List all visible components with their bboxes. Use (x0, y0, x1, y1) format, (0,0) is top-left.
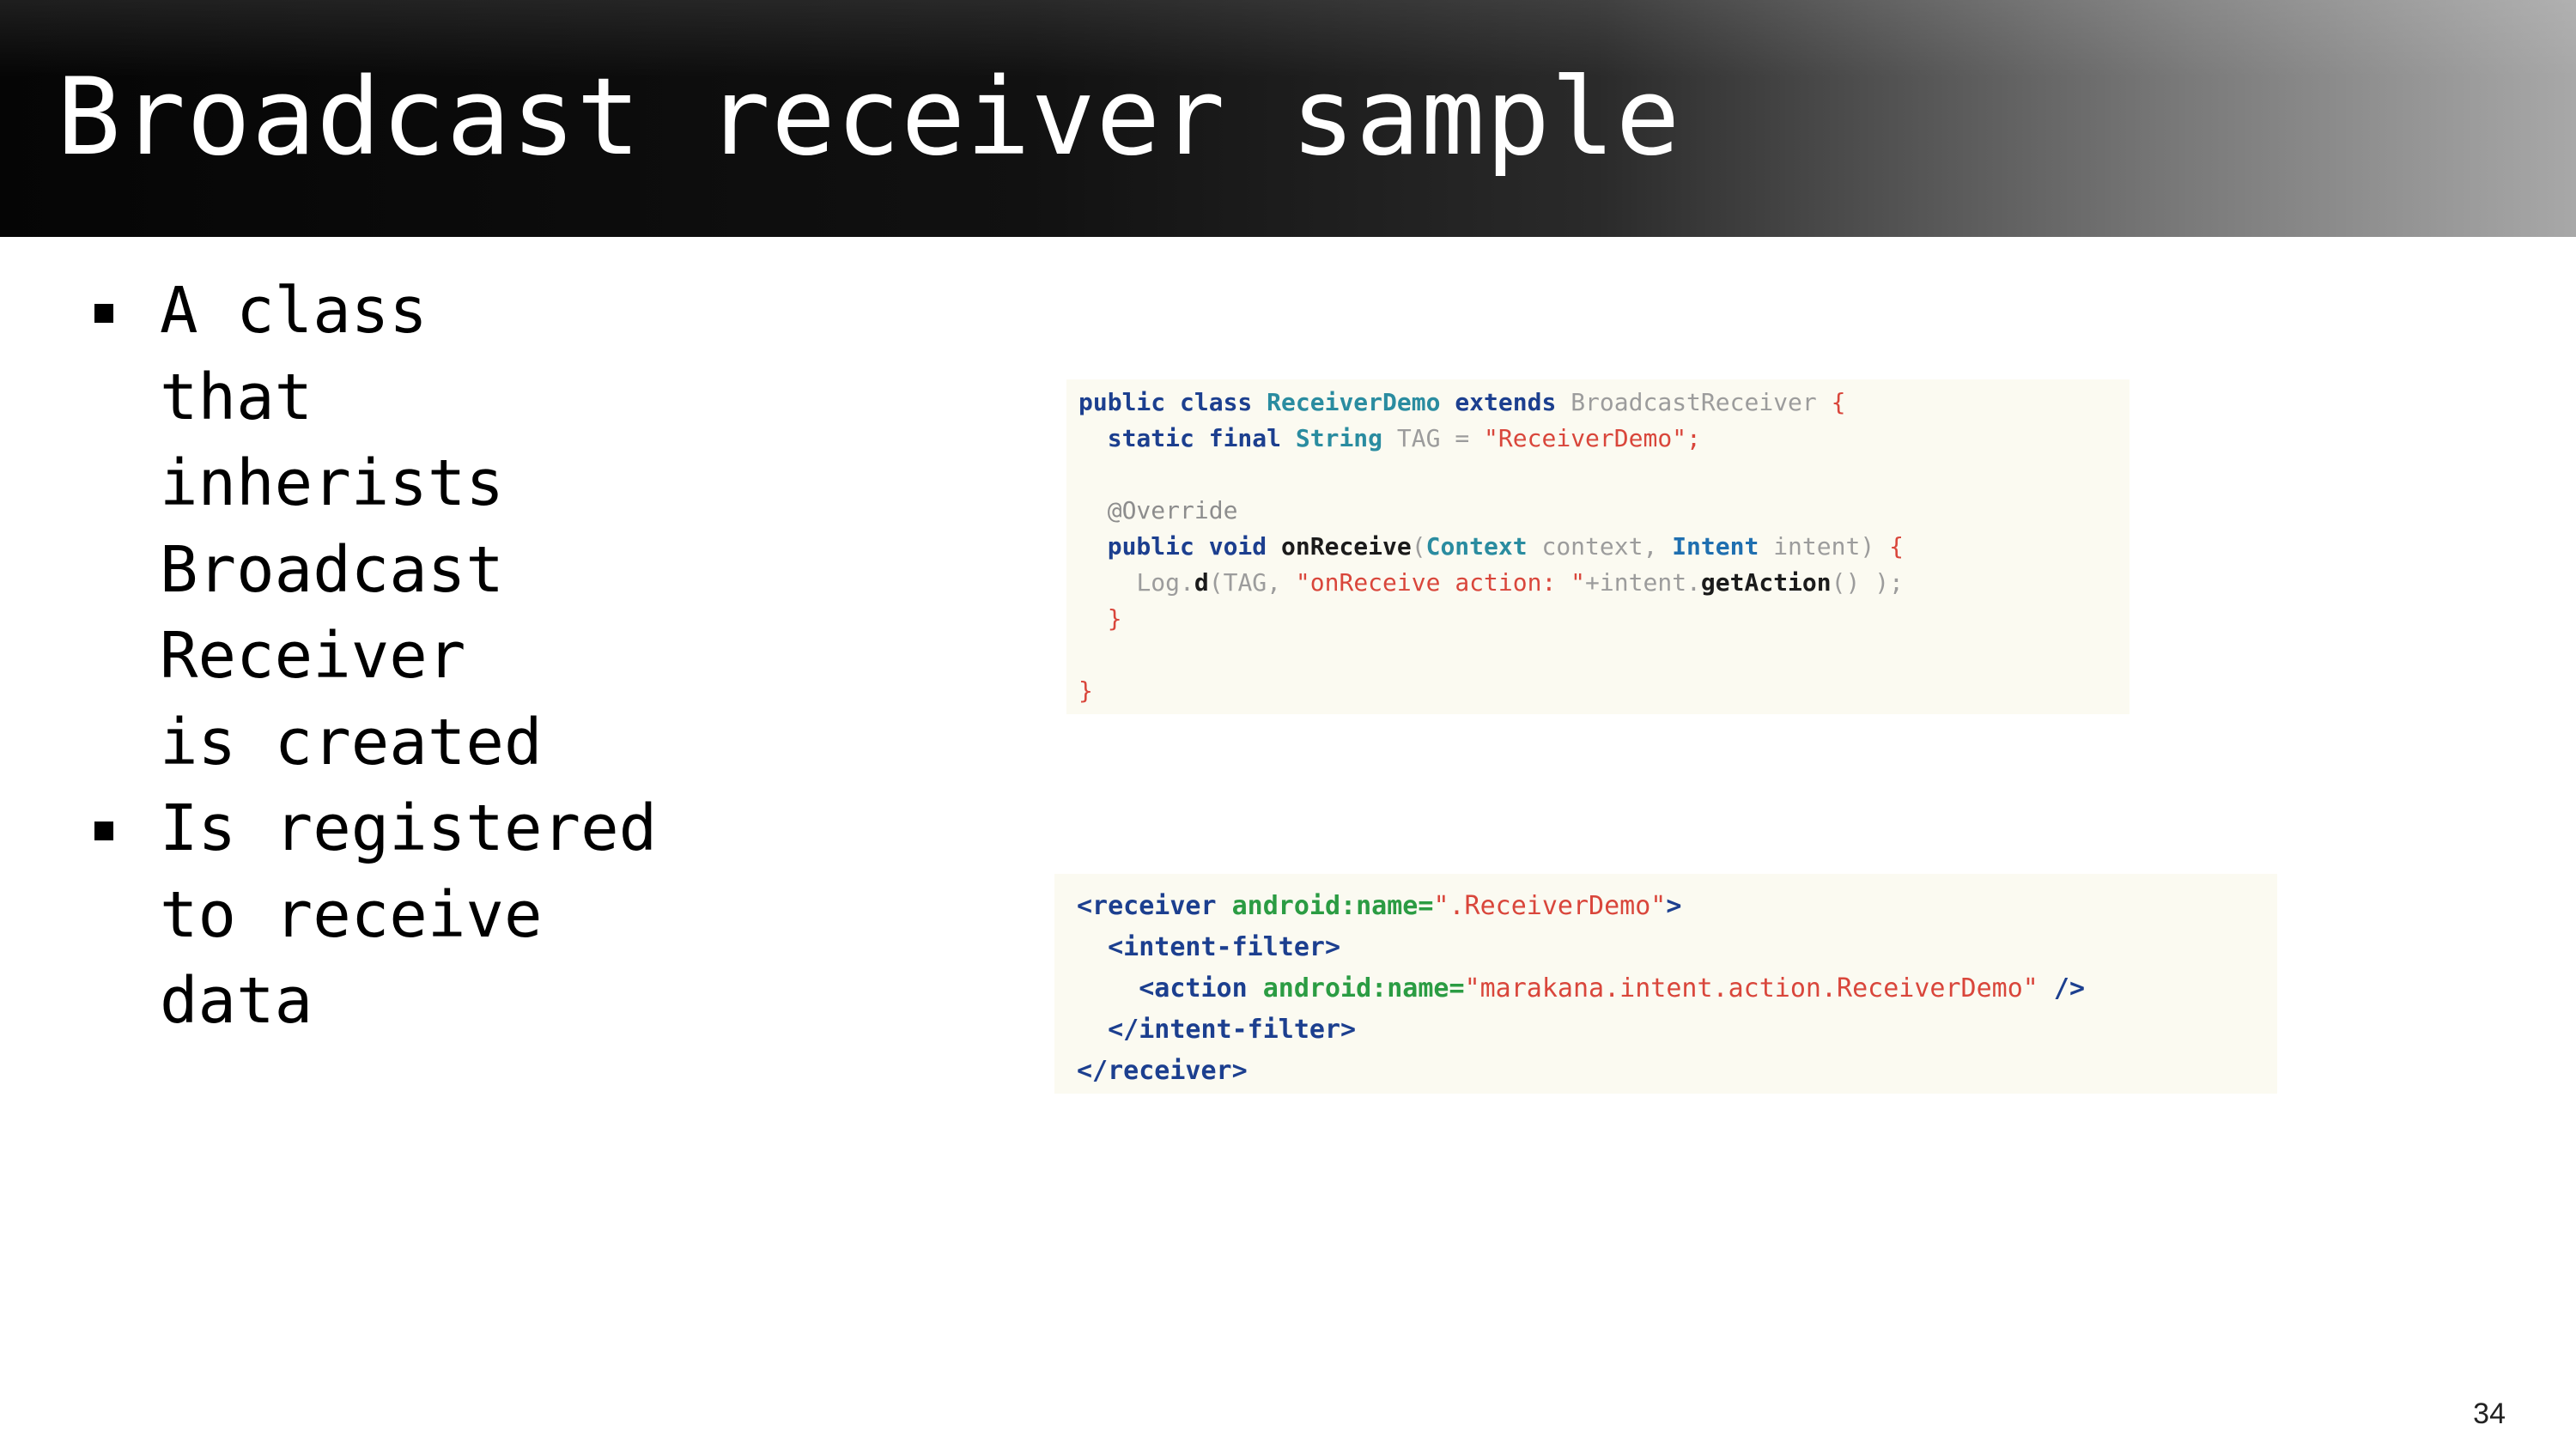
code-token: android:name= (1262, 973, 1465, 1003)
code-token: "marakana.intent.action.ReceiverDemo" (1464, 973, 2038, 1003)
code-token: { (1889, 532, 1904, 561)
code-token: context, (1541, 532, 1658, 561)
code-token: () ); (1831, 568, 1904, 597)
bullet-square-icon (94, 304, 113, 323)
code-token: } (1107, 604, 1122, 633)
bullet-line: A class (160, 274, 428, 348)
bullet-list: A class that inherists Broadcast Receive… (86, 268, 738, 1045)
code-token: "ReceiverDemo"; (1484, 424, 1701, 452)
slide-title: Broadcast receiver sample (57, 56, 1681, 179)
code-token: onReceive (1281, 532, 1412, 561)
code-token: public void (1107, 532, 1267, 561)
code-token: ".ReceiverDemo" (1433, 891, 1667, 921)
bullet-item: Is registered to receive data (86, 785, 738, 1045)
code-token: <action (1139, 973, 1248, 1003)
title-bar: Broadcast receiver sample (0, 0, 2576, 237)
code-token: BroadcastReceiver (1571, 388, 1817, 416)
code-token: intent) (1773, 532, 1875, 561)
bullet-line: data (160, 964, 313, 1038)
code-token: /> (2053, 973, 2086, 1003)
bullet-line: Receiver (160, 619, 466, 693)
code-token: @Override (1107, 496, 1238, 524)
code-token: d (1194, 568, 1209, 597)
bullet-line: to receive (160, 877, 543, 952)
bullet-line: inherists (160, 446, 504, 520)
bullet-line: Is registered (160, 791, 658, 865)
page-number: 34 (2473, 1397, 2506, 1430)
code-token: public class (1078, 388, 1253, 416)
code-token: <receiver (1077, 891, 1217, 921)
code-token: > (1666, 891, 1682, 921)
code-token: </intent-filter> (1108, 1015, 1357, 1045)
code-token: (TAG, (1208, 568, 1282, 597)
code-token: Context (1425, 532, 1528, 561)
bullet-line: is created (160, 705, 543, 779)
bullet-square-icon (94, 822, 113, 840)
code-token: ReceiverDemo (1267, 388, 1441, 416)
bullet-item: A class that inherists Broadcast Receive… (86, 268, 738, 785)
code-token: String (1295, 424, 1383, 452)
code-token: Log. (1136, 568, 1194, 597)
code-token: </receiver> (1077, 1056, 1248, 1086)
code-token: <intent-filter> (1108, 932, 1341, 962)
code-token: ( (1411, 532, 1426, 561)
code-token: +intent. (1585, 568, 1701, 597)
code-token: getAction (1700, 568, 1832, 597)
code-token: extends (1455, 388, 1557, 416)
code-token: { (1831, 388, 1846, 416)
code-token: android:name= (1231, 891, 1434, 921)
code-token: } (1078, 676, 1093, 705)
bullet-line: that (160, 360, 313, 434)
code-token: TAG = (1396, 424, 1470, 452)
code-token: Intent (1672, 532, 1759, 561)
java-code-block: public class ReceiverDemo extends Broadc… (1066, 379, 2129, 714)
code-token: "onReceive action: " (1295, 568, 1586, 597)
code-token: static final (1107, 424, 1282, 452)
bullet-line: Broadcast (160, 532, 504, 607)
xml-code-block: <receiver android:name=".ReceiverDemo"> … (1054, 874, 2277, 1094)
